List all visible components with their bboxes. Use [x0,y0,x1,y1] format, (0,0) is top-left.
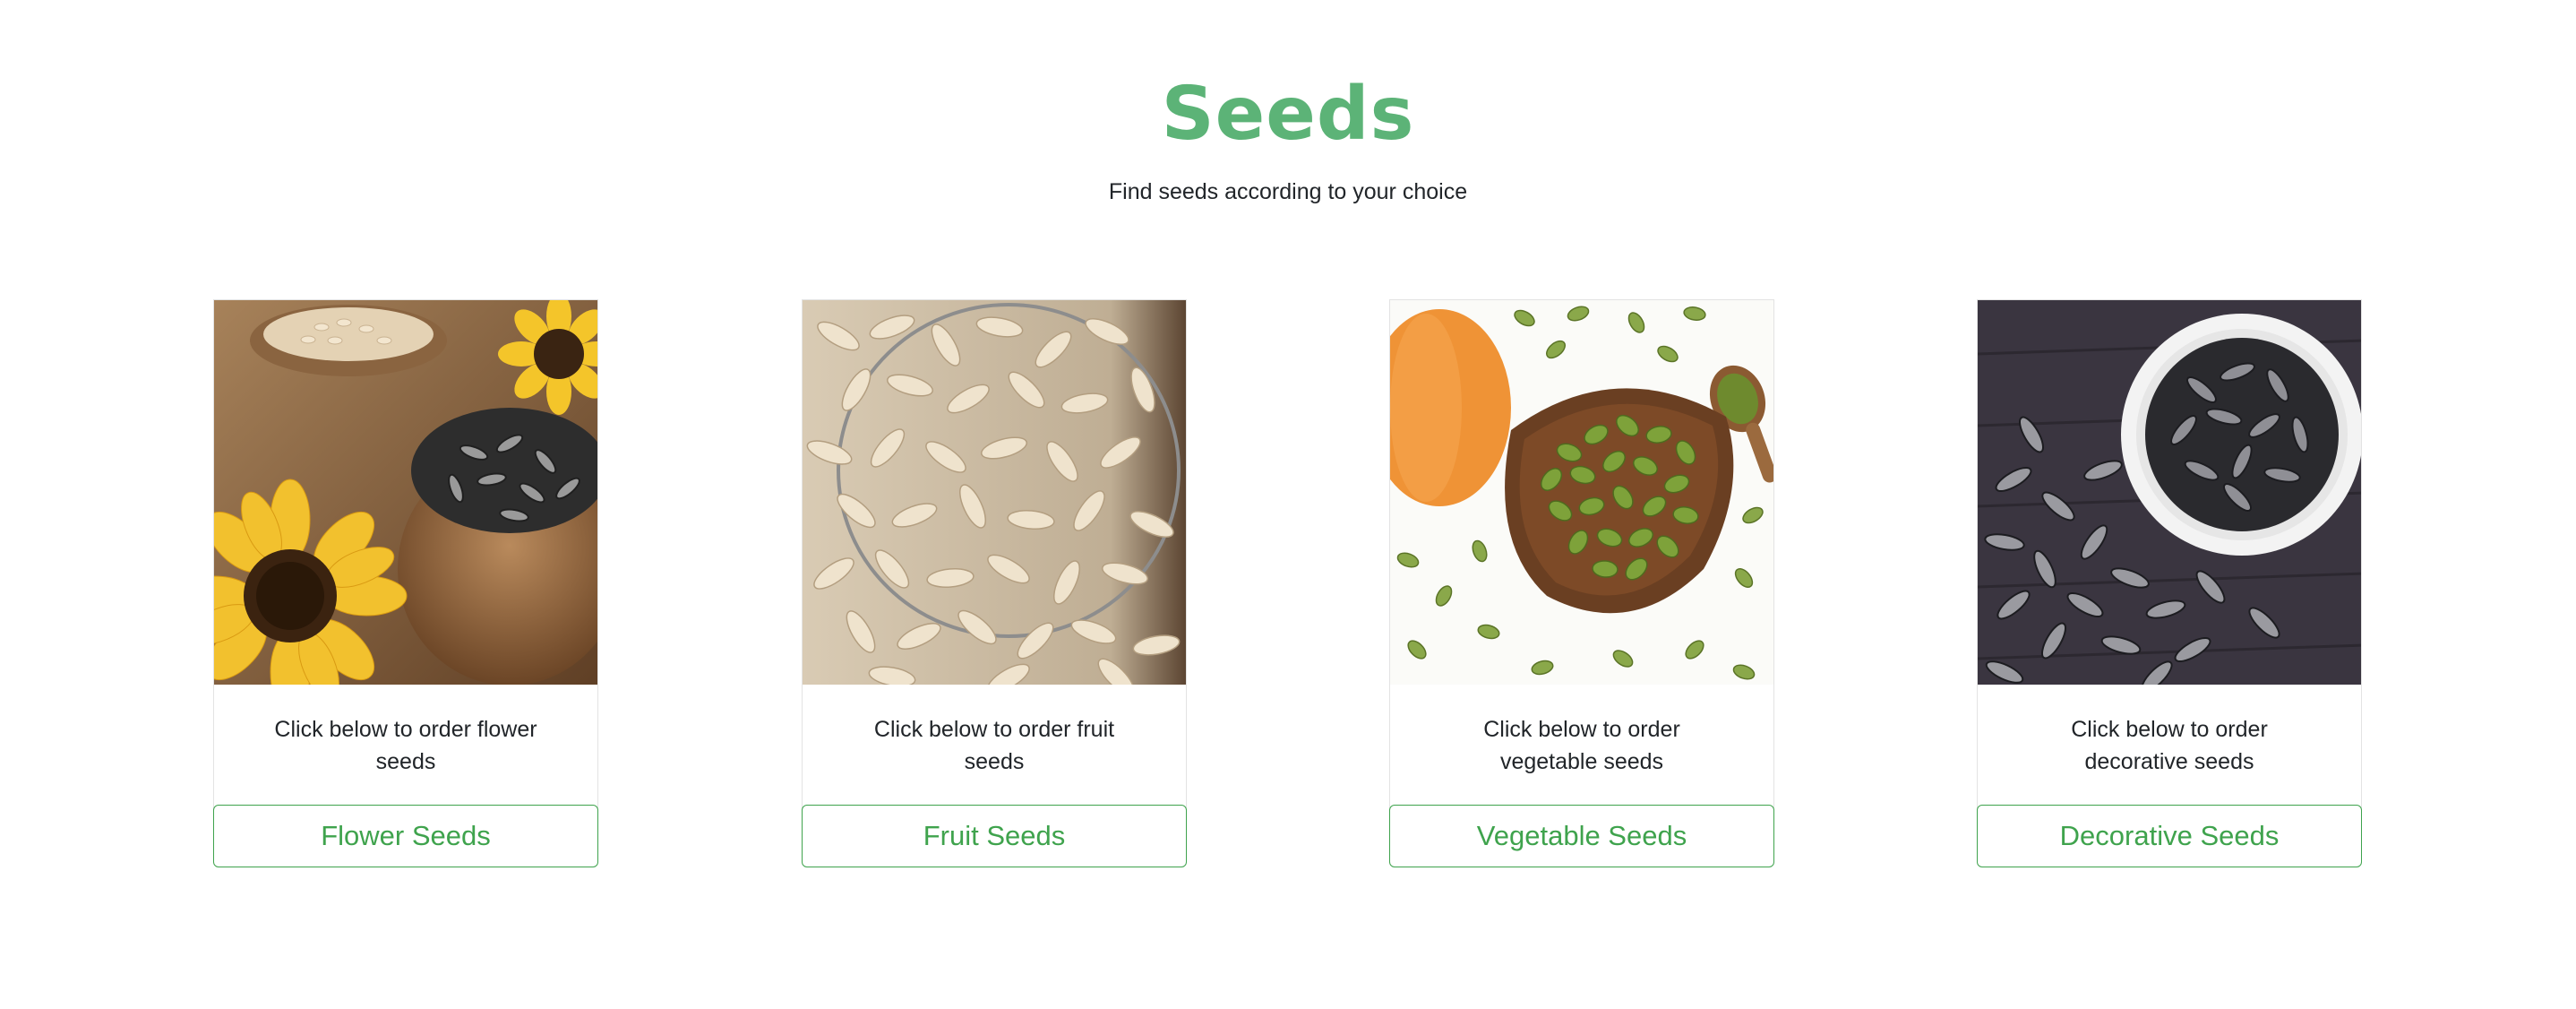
card-decorative-seeds: Click below to order decorative seeds De… [1977,299,2362,867]
flower-seeds-button[interactable]: Flower Seeds [213,805,598,867]
vegetable-seeds-button[interactable]: Vegetable Seeds [1389,805,1774,867]
page-subtitle: Find seeds according to your choice [1108,179,1468,204]
card-description: Click below to order fruit seeds [873,717,1115,774]
card-body: Click below to order decorative seeds [1977,685,2362,808]
card-description: Click below to order decorative seeds [2071,717,2268,774]
card-image-sunflower-seeds [213,299,598,685]
card-image-striped-seeds [1977,299,2362,685]
card-image-pumpkin-seeds [1389,299,1774,685]
card-body: Click below to order vegetable seeds [1389,685,1774,808]
page: Seeds Find seeds according to your choic… [0,0,2576,1009]
melon-seeds-image [803,300,1186,685]
card-image-melon-seeds [802,299,1187,685]
card-vegetable-seeds: Click below to order vegetable seeds Veg… [1389,299,1774,867]
card-description: Click below to order flower seeds [274,717,537,774]
striped-seeds-image [1978,300,2361,685]
pumpkin-seeds-image [1390,300,1773,685]
card-body: Click below to order flower seeds [213,685,598,808]
sunflower-seeds-image [214,300,597,685]
fruit-seeds-button[interactable]: Fruit Seeds [802,805,1187,867]
page-title: Seeds [1161,72,1415,157]
decorative-seeds-button[interactable]: Decorative Seeds [1977,805,2362,867]
card-body: Click below to order fruit seeds [802,685,1187,808]
card-fruit-seeds: Click below to order fruit seeds Fruit S… [802,299,1187,867]
card-flower-seeds: Click below to order flower seeds Flower… [213,299,598,867]
card-description: Click below to order vegetable seeds [1483,717,1680,774]
